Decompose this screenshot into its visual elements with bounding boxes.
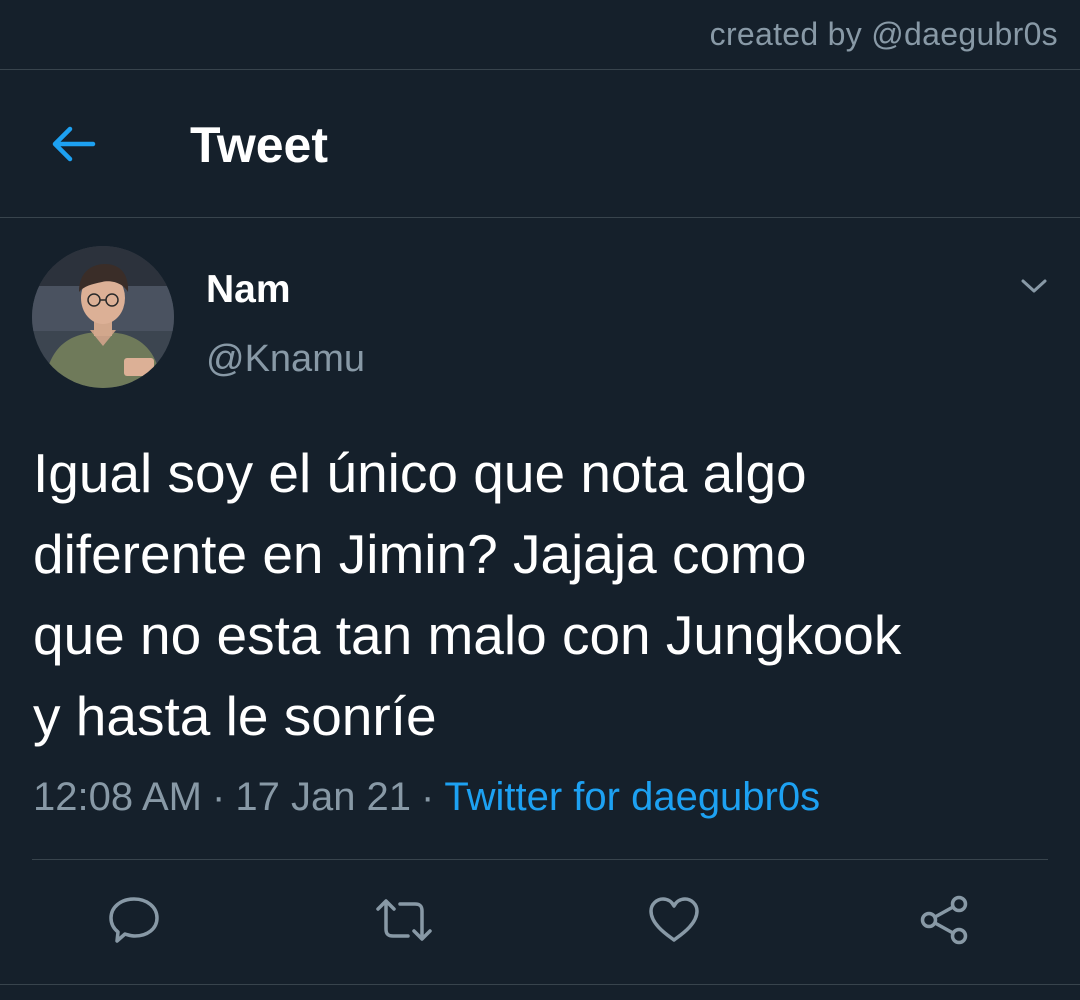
reply-icon bbox=[109, 897, 159, 943]
retweet-icon bbox=[376, 899, 432, 941]
tweet-options-button[interactable] bbox=[1012, 266, 1056, 306]
meta-separator: · bbox=[212, 775, 226, 819]
author-username[interactable]: @Knamu bbox=[206, 338, 365, 381]
share-icon bbox=[920, 895, 968, 945]
header-divider bbox=[0, 217, 1080, 218]
retweet-button[interactable] bbox=[374, 890, 434, 950]
arrow-left-icon bbox=[52, 126, 96, 162]
tweet-meta: 12:08 AM · 17 Jan 21 · Twitter for daegubr0s bbox=[33, 775, 820, 820]
bottom-divider bbox=[0, 984, 1080, 985]
author-display-name[interactable]: Nam bbox=[206, 268, 291, 312]
watermark-text: created by @daegubr0s bbox=[709, 16, 1058, 52]
tweet-time: 12:08 AM bbox=[33, 775, 203, 819]
tweet-source-link[interactable]: Twitter for daegubr0s bbox=[444, 775, 820, 819]
tweet-date: 17 Jan 21 bbox=[235, 775, 412, 819]
tweet-text: Igual soy el único que nota algo diferen… bbox=[33, 442, 902, 747]
tweet-actions bbox=[0, 890, 1080, 950]
share-button[interactable] bbox=[914, 890, 974, 950]
heart-icon bbox=[649, 897, 699, 942]
page-title: Tweet bbox=[190, 117, 328, 173]
like-button[interactable] bbox=[644, 890, 704, 950]
meta-divider bbox=[32, 859, 1048, 860]
meta-separator: · bbox=[421, 775, 435, 819]
avatar[interactable] bbox=[32, 246, 174, 388]
back-button[interactable] bbox=[38, 114, 108, 174]
reply-button[interactable] bbox=[104, 890, 164, 950]
chevron-down-icon bbox=[1021, 279, 1047, 293]
tweet-header: Tweet bbox=[0, 70, 1080, 217]
